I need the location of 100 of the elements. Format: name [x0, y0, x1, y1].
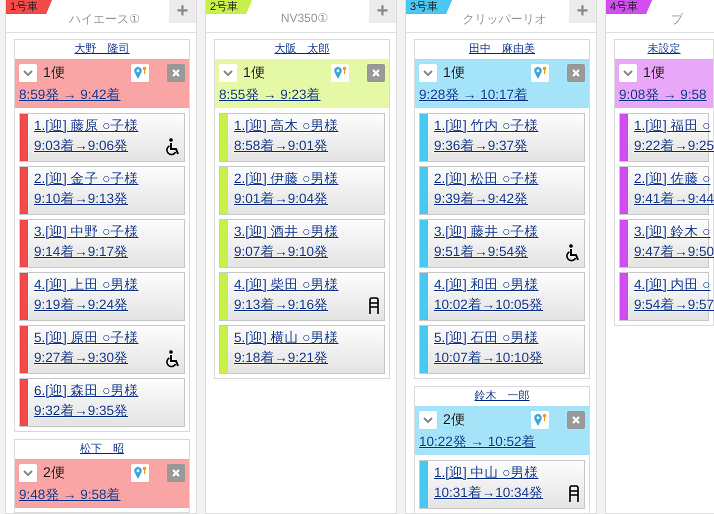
stop-color-bar	[420, 273, 428, 320]
passenger-link[interactable]: 2.[迎] 金子 ○子様	[34, 170, 138, 188]
driver-link[interactable]: 大野 隆司	[15, 40, 189, 59]
vehicle-number-tag: 1号車	[6, 0, 52, 14]
passenger-link[interactable]: 3.[迎] 藤井 ○子様	[434, 223, 538, 241]
map-pin-icon	[533, 413, 547, 427]
expand-button[interactable]	[419, 64, 437, 82]
map-pin-icon	[533, 66, 547, 80]
passenger-link[interactable]: 2.[迎] 佐藤 ○	[634, 170, 714, 188]
stop-time-link[interactable]: 9:51着→9:54発	[434, 243, 538, 261]
expand-button[interactable]	[619, 64, 637, 82]
stop-time-link[interactable]: 9:22着→9:25	[634, 137, 714, 155]
close-icon	[171, 468, 181, 478]
chevron-down-icon	[423, 70, 433, 76]
passenger-link[interactable]: 1.[迎] 竹内 ○子様	[434, 117, 538, 135]
passenger-link[interactable]: 1.[迎] 中山 ○男様	[434, 464, 544, 482]
close-icon	[371, 68, 381, 78]
stop-time-link[interactable]: 9:10着→9:13発	[34, 190, 138, 208]
stop-color-bar	[420, 461, 428, 508]
trip-label: 1便	[443, 64, 466, 82]
passenger-link[interactable]: 5.[迎] 石田 ○男様	[434, 329, 544, 347]
vehicle-name: NV350①	[280, 10, 330, 27]
passenger-link[interactable]: 4.[迎] 和田 ○男様	[434, 276, 544, 294]
remove-button[interactable]	[567, 64, 585, 82]
expand-button[interactable]	[219, 64, 237, 82]
stop-time-link[interactable]: 8:58着→9:01発	[234, 137, 338, 155]
passenger-link[interactable]: 4.[迎] 上田 ○男様	[34, 276, 138, 294]
stop-time-link[interactable]: 10:31着→10:34発	[434, 484, 544, 502]
remove-button[interactable]	[167, 464, 185, 482]
passenger-link[interactable]: 3.[迎] 鈴木 ○	[634, 223, 714, 241]
passenger-link[interactable]: 3.[迎] 酒井 ○男様	[234, 223, 338, 241]
passenger-link[interactable]: 1.[迎] 藤原 ○子様	[34, 117, 138, 135]
trip-time-link[interactable]: 10:22発 → 10:52着	[419, 433, 536, 451]
stop-time-link[interactable]: 9:19着→9:24発	[34, 296, 138, 314]
stop-time-link[interactable]: 9:07着→9:10発	[234, 243, 338, 261]
stop-time-link[interactable]: 9:14着→9:17発	[34, 243, 138, 261]
trip-label: 1便	[643, 64, 666, 82]
vehicle-name: ブ	[670, 11, 684, 28]
remove-button[interactable]	[367, 64, 385, 82]
expand-button[interactable]	[419, 411, 437, 429]
map-button[interactable]	[131, 64, 149, 82]
vehicle-name: ハイエース①	[68, 11, 141, 28]
stop-time-link[interactable]: 9:39着→9:42発	[434, 190, 538, 208]
remove-button[interactable]	[167, 64, 185, 82]
stop-time-link[interactable]: 9:13着→9:16発	[234, 296, 338, 314]
stop-color-bar	[20, 379, 28, 426]
driver-link[interactable]: 鈴木 一郎	[415, 387, 589, 406]
stop-time-link[interactable]: 9:41着→9:44	[634, 190, 714, 208]
map-button[interactable]	[531, 411, 549, 429]
trip-time-link[interactable]: 9:08発 → 9:58	[619, 86, 707, 104]
stop-color-bar	[620, 220, 628, 267]
driver-link[interactable]: 松下 昭	[15, 440, 189, 459]
stop-color-bar	[420, 326, 428, 373]
stop-color-bar	[220, 220, 228, 267]
map-button[interactable]	[131, 464, 149, 482]
stop-color-bar	[20, 326, 28, 373]
passenger-link[interactable]: 2.[迎] 伊藤 ○男様	[234, 170, 338, 188]
passenger-link[interactable]: 5.[迎] 原田 ○子様	[34, 329, 138, 347]
close-icon	[171, 68, 181, 78]
trip-time-link[interactable]: 8:59発 → 9:42着	[19, 86, 121, 104]
stop-time-link[interactable]: 9:36着→9:37発	[434, 137, 538, 155]
passenger-link[interactable]: 6.[迎] 森田 ○男様	[34, 382, 138, 400]
passenger-link[interactable]: 4.[迎] 柴田 ○男様	[234, 276, 338, 294]
stop-time-link[interactable]: 9:32着→9:35発	[34, 402, 138, 420]
stop-time-link[interactable]: 9:47着→9:50	[634, 243, 714, 261]
map-button[interactable]	[331, 64, 349, 82]
stop-time-link[interactable]: 10:02着→10:05発	[434, 296, 544, 314]
driver-link[interactable]: 大阪 太郎	[215, 40, 389, 59]
passenger-link[interactable]: 4.[迎] 内田 ○	[634, 276, 714, 294]
stop-time-link[interactable]: 9:01着→9:04発	[234, 190, 338, 208]
stop-color-bar	[420, 114, 428, 161]
map-pin-icon	[333, 66, 347, 80]
stop-time-link[interactable]: 9:18着→9:21発	[234, 349, 338, 367]
passenger-link[interactable]: 2.[迎] 松田 ○子様	[434, 170, 538, 188]
map-pin-icon	[133, 466, 147, 480]
trip-time-link[interactable]: 9:28発 → 10:17着	[419, 86, 528, 104]
stop-time-link[interactable]: 9:27着→9:30発	[34, 349, 138, 367]
stop-time-link[interactable]: 9:54着→9:57	[634, 296, 714, 314]
map-button[interactable]	[531, 64, 549, 82]
passenger-link[interactable]: 1.[迎] 高木 ○男様	[234, 117, 338, 135]
stop-color-bar	[220, 326, 228, 373]
expand-button[interactable]	[19, 464, 37, 482]
stop-color-bar	[420, 220, 428, 267]
remove-button[interactable]	[567, 411, 585, 429]
stop-color-bar	[220, 273, 228, 320]
stop-time-link[interactable]: 9:03着→9:06発	[34, 137, 138, 155]
trip-time-link[interactable]: 9:48発 → 9:58着	[19, 486, 121, 504]
passenger-link[interactable]: 3.[迎] 中野 ○子様	[34, 223, 138, 241]
driver-link[interactable]: 未設定	[615, 40, 713, 59]
stop-color-bar	[20, 114, 28, 161]
trip-time-link[interactable]: 8:55発 → 9:23着	[219, 86, 321, 104]
trip-label: 1便	[43, 64, 66, 82]
chevron-down-icon	[423, 416, 433, 424]
expand-button[interactable]	[19, 64, 37, 82]
driver-link[interactable]: 田中 麻由美	[415, 40, 589, 59]
passenger-link[interactable]: 5.[迎] 横山 ○男様	[234, 329, 338, 347]
stop-time-link[interactable]: 10:07着→10:10発	[434, 349, 544, 367]
vehicle-name: クリッパーリオ	[462, 11, 548, 28]
passenger-link[interactable]: 1.[迎] 福田 ○	[634, 117, 714, 135]
stop-color-bar	[20, 167, 28, 214]
